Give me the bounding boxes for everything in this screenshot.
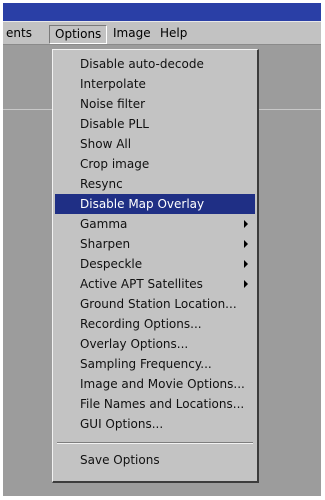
menu-item-sampling-frequency[interactable]: Sampling Frequency...	[55, 354, 255, 374]
menu-item-disable-map-overlay[interactable]: Disable Map Overlay	[55, 194, 255, 214]
menu-help[interactable]: Help	[155, 25, 192, 42]
menu-item-sharpen[interactable]: Sharpen	[55, 234, 255, 254]
menu-item-save-options[interactable]: Save Options	[55, 450, 255, 470]
submenu-arrow-icon	[244, 260, 248, 268]
menu-item-file-names-and-locations[interactable]: File Names and Locations...	[55, 394, 255, 414]
menu-item-label: Active APT Satellites	[80, 277, 203, 291]
menu-item-interpolate[interactable]: Interpolate	[55, 74, 255, 94]
menu-item-label: Gamma	[80, 217, 128, 231]
menu-item-active-apt-satellites[interactable]: Active APT Satellites	[55, 274, 255, 294]
menu-item-disable-pll[interactable]: Disable PLL	[55, 114, 255, 134]
menu-item-disable-auto-decode[interactable]: Disable auto-decode	[55, 54, 255, 74]
title-bar	[3, 3, 321, 21]
menu-item-recording-options[interactable]: Recording Options...	[55, 314, 255, 334]
menu-item-noise-filter[interactable]: Noise filter	[55, 94, 255, 114]
menu-item-overlay-options[interactable]: Overlay Options...	[55, 334, 255, 354]
menu-item-ground-station-location[interactable]: Ground Station Location...	[55, 294, 255, 314]
application-window: ents Options Image Help Disable auto-dec…	[3, 3, 321, 496]
submenu-arrow-icon	[244, 280, 248, 288]
menu-item-image-and-movie-options[interactable]: Image and Movie Options...	[55, 374, 255, 394]
menu-separator	[57, 442, 253, 444]
menu-options[interactable]: Options	[49, 25, 108, 44]
submenu-arrow-icon	[244, 220, 248, 228]
menu-item-gamma[interactable]: Gamma	[55, 214, 255, 234]
menu-item-resync[interactable]: Resync	[55, 174, 255, 194]
submenu-arrow-icon	[244, 240, 248, 248]
menu-item-show-all[interactable]: Show All	[55, 134, 255, 154]
menu-item-despeckle[interactable]: Despeckle	[55, 254, 255, 274]
menu-item-cut-off[interactable]: ents	[1, 25, 37, 42]
menu-bar: ents Options Image Help	[3, 21, 321, 45]
menu-item-gui-options[interactable]: GUI Options...	[55, 414, 255, 434]
menu-item-label: Sharpen	[80, 237, 131, 251]
menu-item-crop-image[interactable]: Crop image	[55, 154, 255, 174]
menu-item-label: Despeckle	[80, 257, 143, 271]
options-dropdown-menu: Disable auto-decode Interpolate Noise fi…	[52, 49, 259, 483]
menu-image[interactable]: Image	[108, 25, 156, 42]
